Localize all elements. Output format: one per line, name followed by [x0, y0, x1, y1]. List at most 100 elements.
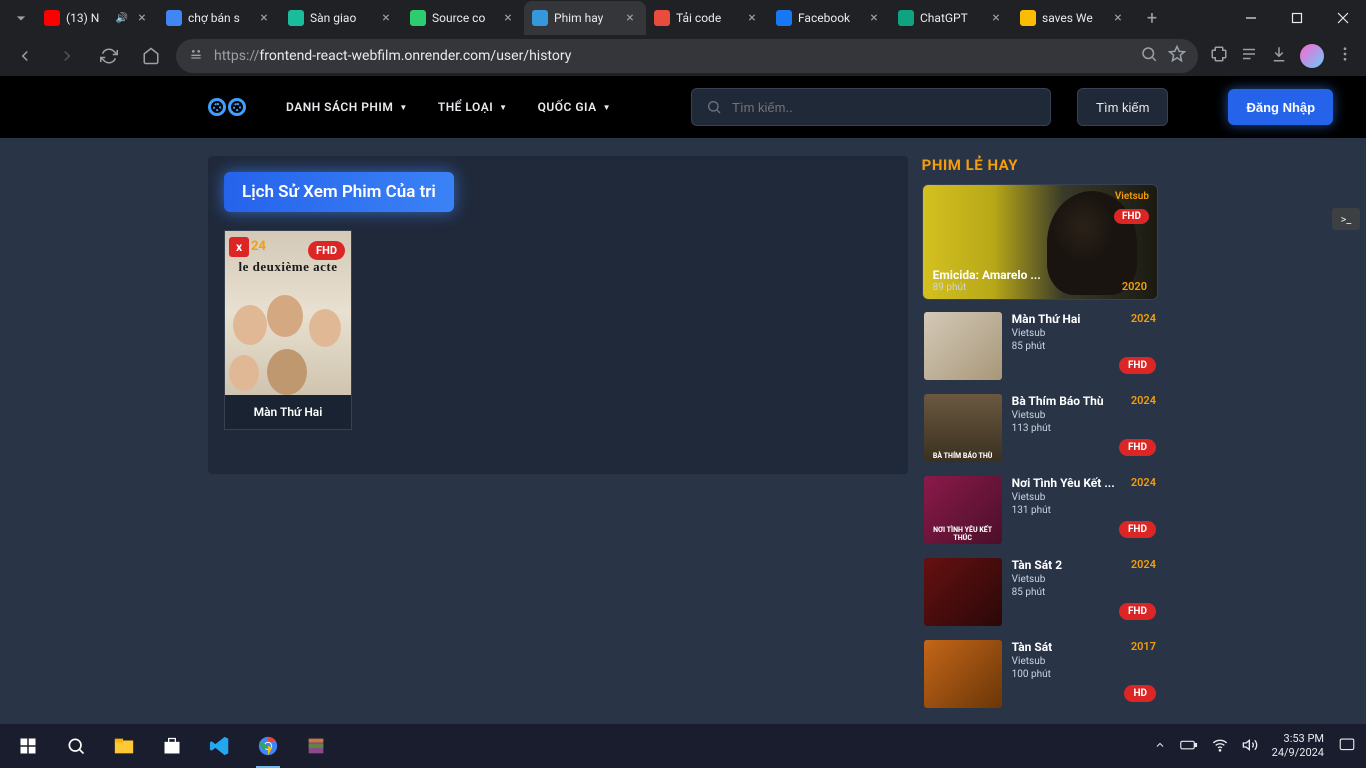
browser-tab[interactable]: ChatGPT ×: [890, 1, 1012, 35]
search-taskbar-button[interactable]: [52, 724, 100, 768]
tab-audio-icon[interactable]: 🔊: [116, 13, 128, 24]
new-tab-button[interactable]: +: [1138, 4, 1166, 32]
tab-close-icon[interactable]: ×: [134, 10, 150, 26]
browser-tab[interactable]: Phim hay ×: [524, 1, 646, 35]
nav-item-label: THỂ LOẠI: [438, 100, 493, 114]
browser-tab[interactable]: Facebook ×: [768, 1, 890, 35]
tab-close-icon[interactable]: ×: [500, 10, 516, 26]
sidebar-movie-item[interactable]: Tàn Sát 22024Vietsub85 phútFHD: [922, 556, 1158, 628]
sidebar-item-year: 2024: [1131, 312, 1156, 325]
sidebar-item-sub: Vietsub: [1012, 574, 1156, 585]
history-movie-card[interactable]: x 24 FHD le deuxième acte Màn Thứ Hai: [224, 230, 352, 430]
sidebar-item-year: 2024: [1131, 558, 1156, 571]
sidebar-item-duration: 131 phút: [1012, 505, 1156, 516]
search-button[interactable]: Tìm kiếm: [1077, 88, 1168, 126]
chevron-down-icon: ▼: [499, 103, 507, 112]
sidebar-item-title: Màn Thứ Hai: [1012, 312, 1081, 326]
profile-avatar[interactable]: [1300, 44, 1324, 68]
tab-close-icon[interactable]: ×: [744, 10, 760, 26]
tab-close-icon[interactable]: ×: [1110, 10, 1126, 26]
sidebar-item-duration: 100 phút: [1012, 669, 1156, 680]
tab-favicon: [532, 10, 548, 26]
nav-item-label: QUỐC GIA: [538, 100, 597, 114]
history-title: Lịch Sử Xem Phim Của tri: [224, 172, 454, 212]
sidebar-item-duration: 113 phút: [1012, 423, 1156, 434]
tab-close-icon[interactable]: ×: [866, 10, 882, 26]
sidebar-item-title: Nơi Tình Yêu Kết ...: [1012, 476, 1115, 490]
login-button[interactable]: Đăng Nhập: [1228, 89, 1333, 125]
chevron-down-icon: ▼: [603, 103, 611, 112]
back-button[interactable]: [8, 39, 42, 73]
search-input[interactable]: [732, 100, 1036, 115]
tray-clock[interactable]: 3:53 PM 24/9/2024: [1272, 732, 1324, 761]
nav-item[interactable]: DANH SÁCH PHIM▼: [286, 100, 408, 114]
sidebar: PHIM LẺ HAY Vietsub FHD Emicida: Amarelo…: [922, 156, 1158, 710]
vscode-button[interactable]: [196, 724, 244, 768]
extensions-icon[interactable]: [1210, 45, 1228, 67]
minimize-button[interactable]: [1228, 0, 1274, 36]
tray-volume-icon[interactable]: [1242, 737, 1258, 756]
sidebar-item-sub: Vietsub: [1012, 328, 1156, 339]
tab-title: Phim hay: [554, 11, 616, 25]
tray-notifications-icon[interactable]: [1338, 736, 1356, 757]
downloads-icon[interactable]: [1270, 45, 1288, 67]
sidebar-title: PHIM LẺ HAY: [922, 156, 1158, 174]
sidebar-movie-item[interactable]: BÀ THÍM BÁO THÙBà Thím Báo Thù2024Vietsu…: [922, 392, 1158, 464]
browser-tab[interactable]: (13) N🔊×: [36, 1, 158, 35]
browser-tab[interactable]: Tải code×: [646, 1, 768, 35]
tray-wifi-icon[interactable]: [1212, 737, 1228, 756]
forward-button[interactable]: [50, 39, 84, 73]
close-window-button[interactable]: [1320, 0, 1366, 36]
tab-title: Sàn giao: [310, 11, 372, 25]
tab-close-icon[interactable]: ×: [622, 10, 638, 26]
remove-card-button[interactable]: x: [229, 237, 249, 257]
browser-tab[interactable]: Source co×: [402, 1, 524, 35]
sidebar-item-title: Tàn Sát 2: [1012, 558, 1062, 572]
featured-quality: FHD: [1114, 209, 1149, 224]
browser-tab[interactable]: Sàn giao ×: [280, 1, 402, 35]
search-box[interactable]: [691, 88, 1051, 126]
card-year: 24: [251, 239, 266, 254]
browser-tab[interactable]: chợ bán s ×: [158, 1, 280, 35]
tab-title: Facebook: [798, 11, 860, 25]
microsoft-store-button[interactable]: [148, 724, 196, 768]
tab-close-icon[interactable]: ×: [378, 10, 394, 26]
sidebar-item-duration: 85 phút: [1012, 341, 1156, 352]
reading-list-icon[interactable]: [1240, 45, 1258, 67]
file-explorer-button[interactable]: [100, 724, 148, 768]
tab-close-icon[interactable]: ×: [988, 10, 1004, 26]
tray-battery-icon[interactable]: [1180, 739, 1198, 754]
tab-title: chợ bán s: [188, 11, 250, 25]
bookmark-icon[interactable]: [1168, 45, 1186, 67]
tray-time-text: 3:53 PM: [1272, 732, 1324, 746]
search-icon: [706, 99, 722, 115]
sidebar-movie-item[interactable]: Tàn Sát2017Vietsub100 phútHD: [922, 638, 1158, 710]
reload-button[interactable]: [92, 39, 126, 73]
maximize-button[interactable]: [1274, 0, 1320, 36]
tab-search-dropdown[interactable]: [6, 3, 36, 33]
site-logo[interactable]: [208, 98, 246, 116]
sidebar-item-duration: 85 phút: [1012, 587, 1156, 598]
tab-favicon: [288, 10, 304, 26]
nav-item[interactable]: THỂ LOẠI ▼: [438, 100, 508, 114]
featured-movie[interactable]: Vietsub FHD Emicida: Amarelo ... 89 phút…: [922, 184, 1158, 300]
tab-close-icon[interactable]: ×: [256, 10, 272, 26]
sidebar-movie-item[interactable]: Màn Thứ Hai2024Vietsub85 phútFHD: [922, 310, 1158, 382]
site-info-icon[interactable]: [188, 46, 204, 66]
featured-sub: Vietsub: [1115, 191, 1149, 202]
tab-title: ChatGPT: [920, 11, 982, 25]
sidebar-movie-item[interactable]: NƠI TÌNH YÊU KẾT THÚCNơi Tình Yêu Kết ..…: [922, 474, 1158, 546]
url-text: https://frontend-react-webfilm.onrender.…: [214, 48, 1130, 64]
zoom-icon[interactable]: [1140, 45, 1158, 67]
chrome-menu-icon[interactable]: [1336, 45, 1354, 67]
browser-tab[interactable]: saves We×: [1012, 1, 1134, 35]
devtools-toggle[interactable]: >_: [1332, 208, 1360, 230]
nav-item[interactable]: QUỐC GIA ▼: [538, 100, 611, 114]
tab-favicon: [44, 10, 60, 26]
start-button[interactable]: [4, 724, 52, 768]
chrome-button[interactable]: [244, 724, 292, 768]
home-button[interactable]: [134, 39, 168, 73]
winrar-button[interactable]: [292, 724, 340, 768]
address-bar[interactable]: https://frontend-react-webfilm.onrender.…: [176, 39, 1198, 73]
tray-show-hidden-icon[interactable]: [1154, 739, 1166, 754]
